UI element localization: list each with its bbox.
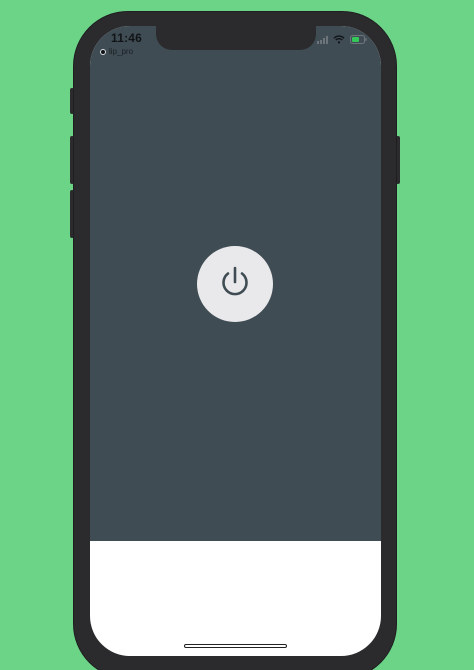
wifi-icon <box>333 35 345 44</box>
app-label-text: lip_pro <box>109 47 134 56</box>
power-toggle-button[interactable] <box>197 246 273 322</box>
signal-icon <box>317 35 328 44</box>
status-time: 11:46 <box>111 31 143 45</box>
phone-screen: 11:46 lip_pro <box>90 26 381 656</box>
app-canvas: 11:46 lip_pro <box>90 26 381 541</box>
app-status-dot <box>100 48 106 55</box>
status-icons <box>317 35 367 44</box>
power-icon <box>218 264 252 305</box>
home-indicator[interactable] <box>184 644 287 648</box>
notch <box>156 26 316 50</box>
app-label: lip_pro <box>100 47 133 56</box>
side-power-button <box>396 136 400 184</box>
battery-icon <box>350 35 367 44</box>
